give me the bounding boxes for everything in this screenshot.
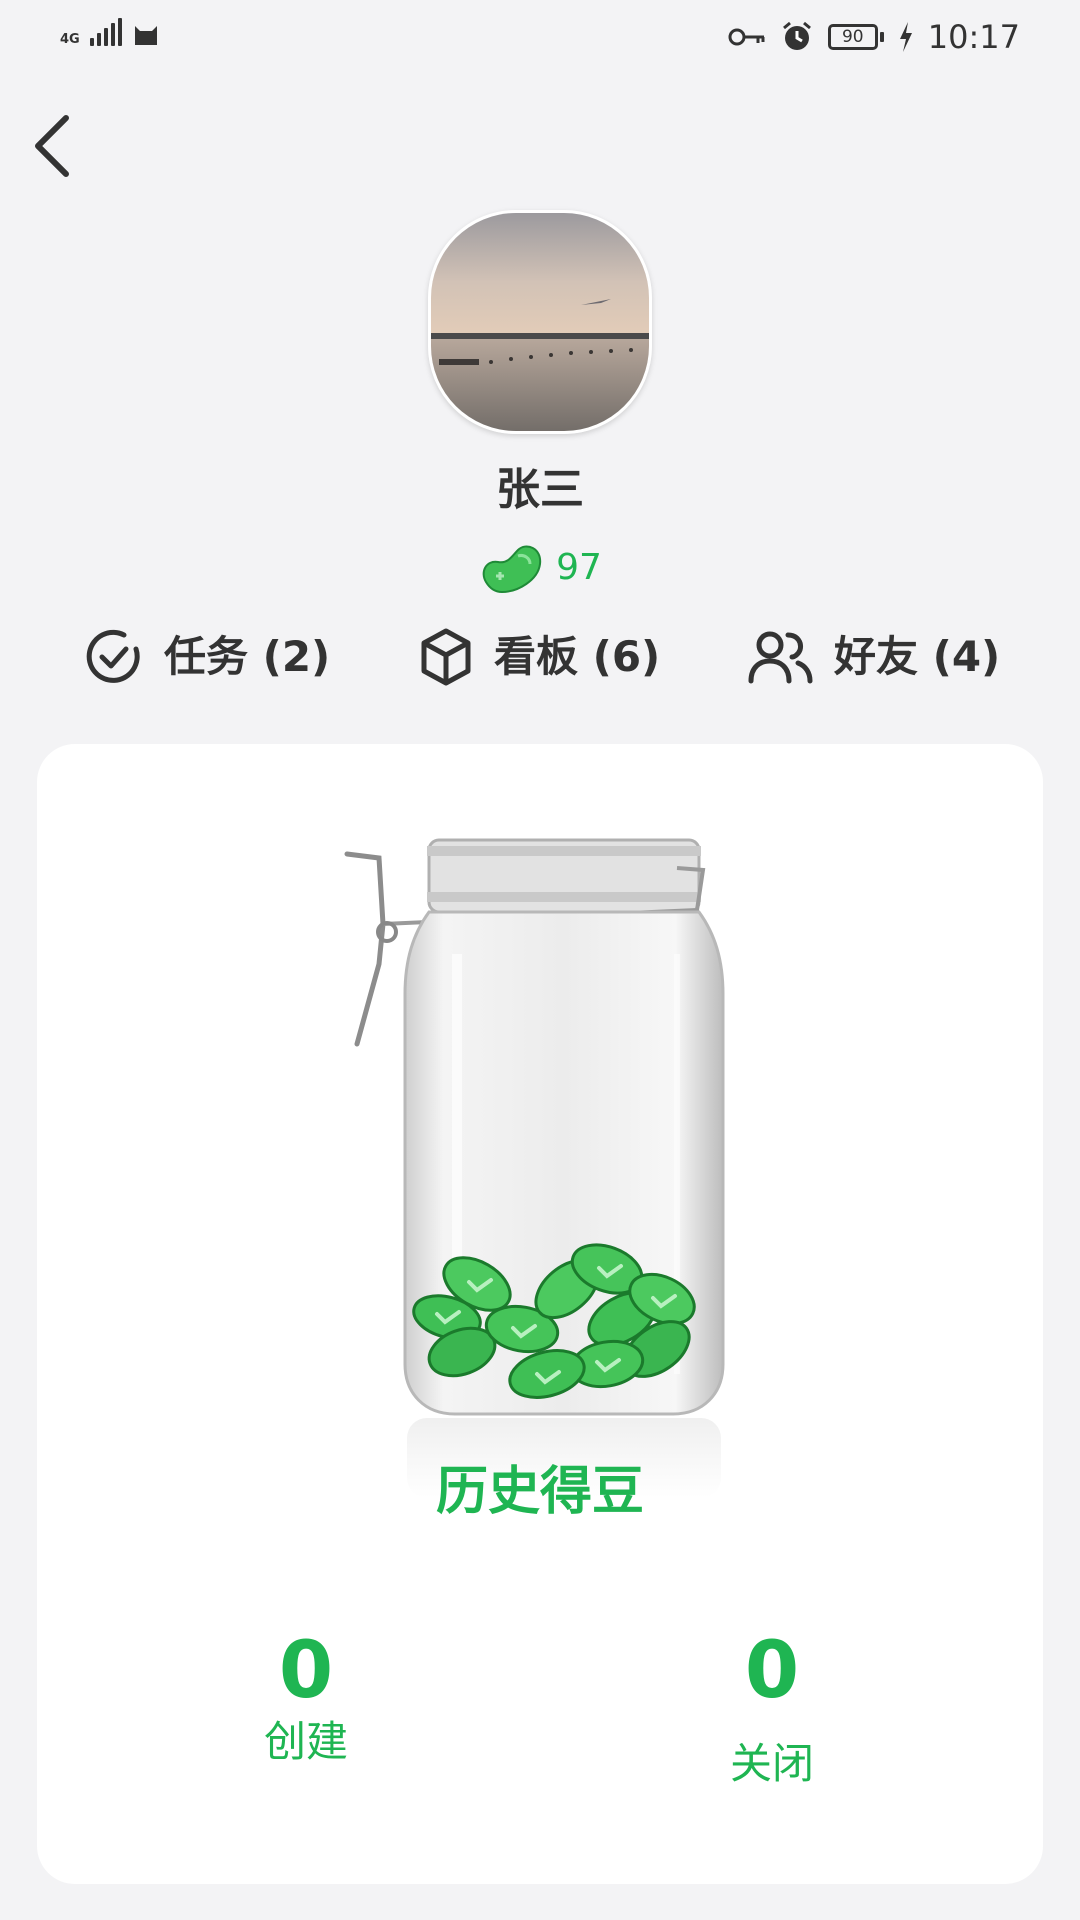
stat-tasks[interactable]: 任务 (2): [84, 622, 330, 692]
stat-tasks-label: 任务 (2): [164, 632, 331, 681]
alarm-icon: [782, 21, 811, 50]
username: 张三: [496, 464, 584, 515]
status-left: 4G: [60, 18, 160, 46]
charging-icon: [899, 22, 912, 52]
network-type: 4G: [60, 32, 80, 47]
status-time: 10:17: [927, 18, 1020, 56]
avatar-photo: [431, 213, 649, 431]
metric-closed-label: 关闭: [729, 1739, 814, 1788]
avatar[interactable]: [428, 210, 652, 434]
back-button[interactable]: [20, 104, 90, 184]
history-card: 历史得豆 0 创建 0 关闭: [37, 744, 1043, 1884]
key-icon: [728, 28, 765, 46]
metric-created: 0 创建: [156, 1626, 456, 1768]
signal-icon: [89, 18, 122, 46]
stat-boards[interactable]: 看板 (6): [418, 622, 660, 692]
metric-closed-value: 0: [744, 1626, 800, 1716]
cat-app-icon: [134, 26, 157, 45]
points-row: 97: [0, 542, 1080, 594]
stat-friends-label: 好友 (4): [834, 632, 1001, 681]
status-right: 90 10:17: [728, 18, 1020, 56]
points-value: 97: [556, 547, 602, 588]
bean-icon: [482, 545, 542, 594]
status-bar: 4G 90 10:17: [0, 0, 1080, 76]
friends-icon: [748, 631, 813, 684]
metric-closed: 0 关闭: [622, 1626, 922, 1790]
bean-jar-illustration: [344, 838, 725, 1498]
stat-boards-label: 看板 (6): [494, 632, 661, 681]
history-title: 历史得豆: [435, 1462, 644, 1522]
stats-row: 任务 (2) 看板 (6) 好友 (4): [0, 622, 1080, 692]
chevron-left-icon: [35, 115, 69, 177]
metric-created-label: 创建: [263, 1717, 348, 1766]
metric-created-value: 0: [278, 1626, 334, 1716]
box-icon: [421, 628, 471, 686]
battery-level: 90: [827, 24, 878, 50]
battery-icon: 90: [827, 24, 884, 50]
stat-friends[interactable]: 好友 (4): [748, 622, 1000, 692]
check-circle-icon: [86, 629, 140, 683]
